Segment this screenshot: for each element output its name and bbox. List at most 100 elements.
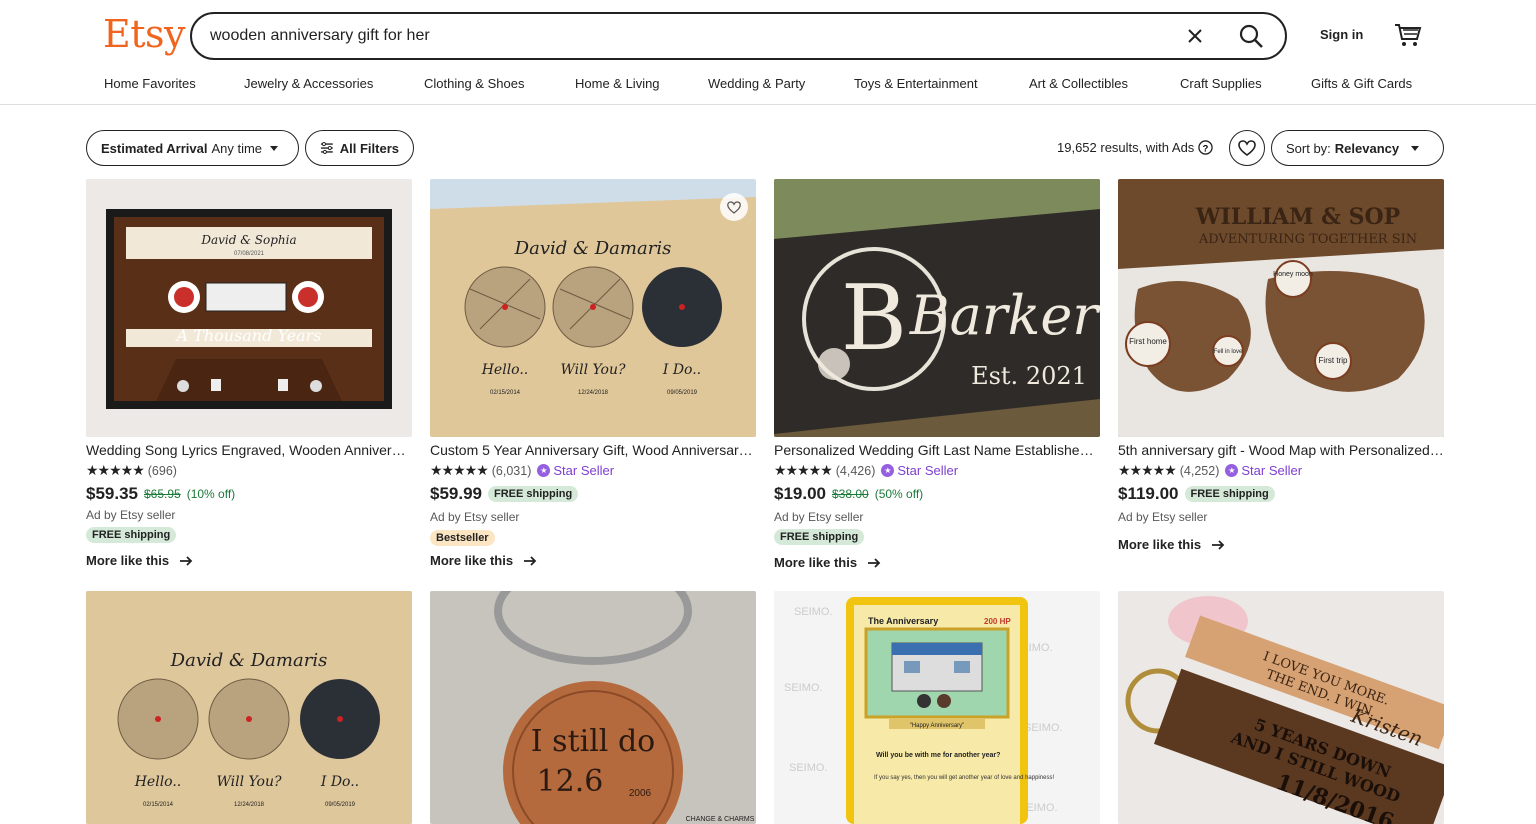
- discount: (50% off): [874, 487, 924, 501]
- image-text: I still do: [531, 724, 655, 759]
- star-seller-icon: ★: [881, 464, 895, 477]
- ad-label: Ad by Etsy seller: [774, 510, 864, 524]
- image-text: The Anniversary: [868, 616, 938, 626]
- nav-item-home-living[interactable]: Home & Living: [575, 76, 660, 91]
- close-icon[interactable]: [1183, 24, 1207, 48]
- listing-card[interactable]: SEIMO. SEIMO. SEIMO. SEIMO. SEIMO. SEIMO…: [774, 591, 1100, 824]
- image-text: 07/08/2021: [234, 251, 265, 257]
- estimated-arrival-filter[interactable]: Estimated Arrival Any time: [86, 130, 299, 166]
- image-text: David & Damaris: [514, 238, 672, 259]
- price-row: $59.35 $65.95 (10% off): [86, 484, 235, 504]
- price-row: $119.00 FREE shipping: [1118, 484, 1275, 504]
- image-text: Est. 2021: [971, 362, 1087, 390]
- image-text: Hello..: [134, 774, 182, 790]
- price: $19.00: [774, 484, 826, 503]
- help-icon[interactable]: ?: [1198, 140, 1214, 155]
- listing-card[interactable]: WILLIAM & SOP ADVENTURING TOGETHER SIN H…: [1118, 179, 1444, 579]
- listing-image[interactable]: David & Damaris Hello.. Will You? I Do..…: [430, 179, 756, 437]
- caret-down-icon: [1411, 145, 1420, 151]
- listing-title[interactable]: Wedding Song Lyrics Engraved, Wooden Ann…: [86, 442, 412, 458]
- listing-image[interactable]: I still do 12.6 2006 CHANGE & CHARMS: [430, 591, 756, 824]
- more-like-this-link[interactable]: More like this: [86, 553, 193, 568]
- listing-card[interactable]: David & Sophia 07/08/2021 A Thousand Yea…: [86, 179, 412, 579]
- more-like-this-label: More like this: [430, 553, 514, 568]
- sign-in-link[interactable]: Sign in: [1320, 27, 1363, 42]
- more-like-this-link[interactable]: More like this: [1118, 537, 1225, 552]
- favorite-button[interactable]: [720, 193, 748, 221]
- etsy-logo[interactable]: Etsy: [103, 12, 185, 56]
- image-text: 02/15/2014: [143, 802, 174, 808]
- image-text: First trip: [1319, 356, 1348, 365]
- price: $119.00: [1118, 484, 1179, 503]
- arrow-right-icon: [180, 555, 193, 566]
- image-text: I Do..: [320, 774, 359, 790]
- sort-label: Sort by:: [1286, 140, 1331, 156]
- cart-icon[interactable]: [1394, 22, 1422, 48]
- image-text: 2006: [629, 788, 652, 799]
- listing-image[interactable]: B Barker Est. 2021: [774, 179, 1100, 437]
- arrow-right-icon: [1212, 539, 1225, 550]
- price-row: $19.00 $38.00 (50% off): [774, 484, 923, 504]
- rating: ★★★★★ (4,252) ★ Star Seller: [1118, 462, 1302, 479]
- listing-image[interactable]: David & Damaris Hello.. Will You? I Do..…: [86, 591, 412, 824]
- nav-item-craft[interactable]: Craft Supplies: [1180, 76, 1262, 91]
- listing-image[interactable]: WILLIAM & SOP ADVENTURING TOGETHER SIN H…: [1118, 179, 1444, 437]
- bestseller-badge: Bestseller: [430, 530, 495, 546]
- listing-title[interactable]: 5th anniversary gift - Wood Map with Per…: [1118, 442, 1444, 458]
- more-like-this-link[interactable]: More like this: [430, 553, 537, 568]
- nav-item-clothing[interactable]: Clothing & Shoes: [424, 76, 524, 91]
- nav-item-art[interactable]: Art & Collectibles: [1029, 76, 1128, 91]
- svg-text:?: ?: [1203, 143, 1209, 153]
- image-text: Will you be with me for another year?: [876, 752, 1000, 759]
- listing-card[interactable]: David & Damaris Hello.. Will You? I Do..…: [430, 179, 756, 579]
- listing-image[interactable]: I LOVE YOU MORE. THE END. I WIN. Kristen…: [1118, 591, 1444, 824]
- image-text: ADVENTURING TOGETHER SIN: [1198, 232, 1417, 247]
- free-shipping-badge: FREE shipping: [774, 529, 865, 545]
- nav-item-gifts[interactable]: Gifts & Gift Cards: [1311, 76, 1412, 91]
- image-text: David & Sophia: [200, 233, 296, 247]
- listing-image[interactable]: David & Sophia 07/08/2021 A Thousand Yea…: [86, 179, 412, 437]
- price: $59.99: [430, 484, 482, 503]
- listing-card[interactable]: B Barker Est. 2021 Personalized Wedding …: [774, 179, 1100, 579]
- star-seller-badge: ★ Star Seller: [1225, 463, 1302, 478]
- save-search-button[interactable]: [1229, 130, 1265, 166]
- image-text: 09/05/2019: [325, 802, 356, 808]
- original-price: $65.95: [144, 487, 181, 501]
- listing-title[interactable]: Custom 5 Year Anniversary Gift, Wood Ann…: [430, 442, 756, 458]
- caret-down-icon: [270, 145, 279, 151]
- sort-dropdown[interactable]: Sort by: Relevancy: [1271, 130, 1444, 166]
- all-filters-label: All Filters: [339, 140, 399, 156]
- watermark: SEIMO.: [1024, 722, 1063, 734]
- nav-item-jewelry[interactable]: Jewelry & Accessories: [244, 76, 373, 91]
- listing-card[interactable]: I still do 12.6 2006 CHANGE & CHARMS: [430, 591, 756, 824]
- free-shipping-badge: FREE shipping: [488, 486, 579, 502]
- nav-item-wedding[interactable]: Wedding & Party: [708, 76, 805, 91]
- image-text: 200 HP: [984, 617, 1011, 626]
- image-text: 02/15/2014: [490, 390, 521, 396]
- all-filters-button[interactable]: All Filters: [305, 130, 414, 166]
- listing-title[interactable]: Personalized Wedding Gift Last Name Esta…: [774, 442, 1100, 458]
- search-icon[interactable]: [1237, 22, 1265, 50]
- ad-label: Ad by Etsy seller: [86, 508, 176, 522]
- more-like-this-label: More like this: [86, 553, 170, 568]
- star-seller-label: Star Seller: [897, 463, 959, 478]
- search-input[interactable]: wooden anniversary gift for her: [210, 27, 430, 45]
- nav-item-home-favorites[interactable]: Home Favorites: [104, 76, 196, 91]
- image-text: David & Damaris: [170, 650, 328, 671]
- arrow-right-icon: [868, 557, 881, 568]
- free-shipping-badge: FREE shipping: [86, 527, 177, 543]
- review-count: (696): [147, 463, 177, 478]
- image-text: WILLIAM & SOP: [1195, 204, 1400, 230]
- ad-label: Ad by Etsy seller: [1118, 510, 1208, 524]
- arrival-label: Estimated Arrival: [101, 140, 208, 156]
- more-like-this-label: More like this: [1118, 537, 1202, 552]
- listing-image[interactable]: SEIMO. SEIMO. SEIMO. SEIMO. SEIMO. SEIMO…: [774, 591, 1100, 824]
- rating: ★★★★★ (6,031) ★ Star Seller: [430, 462, 614, 479]
- search-bar[interactable]: wooden anniversary gift for her: [190, 12, 1287, 60]
- nav-item-toys[interactable]: Toys & Entertainment: [854, 76, 978, 91]
- listing-card[interactable]: David & Damaris Hello.. Will You? I Do..…: [86, 591, 412, 824]
- discount: (10% off): [186, 487, 236, 501]
- more-like-this-link[interactable]: More like this: [774, 555, 881, 570]
- site-header: Etsy wooden anniversary gift for her Sig…: [0, 0, 1536, 105]
- listing-card[interactable]: I LOVE YOU MORE. THE END. I WIN. Kristen…: [1118, 591, 1444, 824]
